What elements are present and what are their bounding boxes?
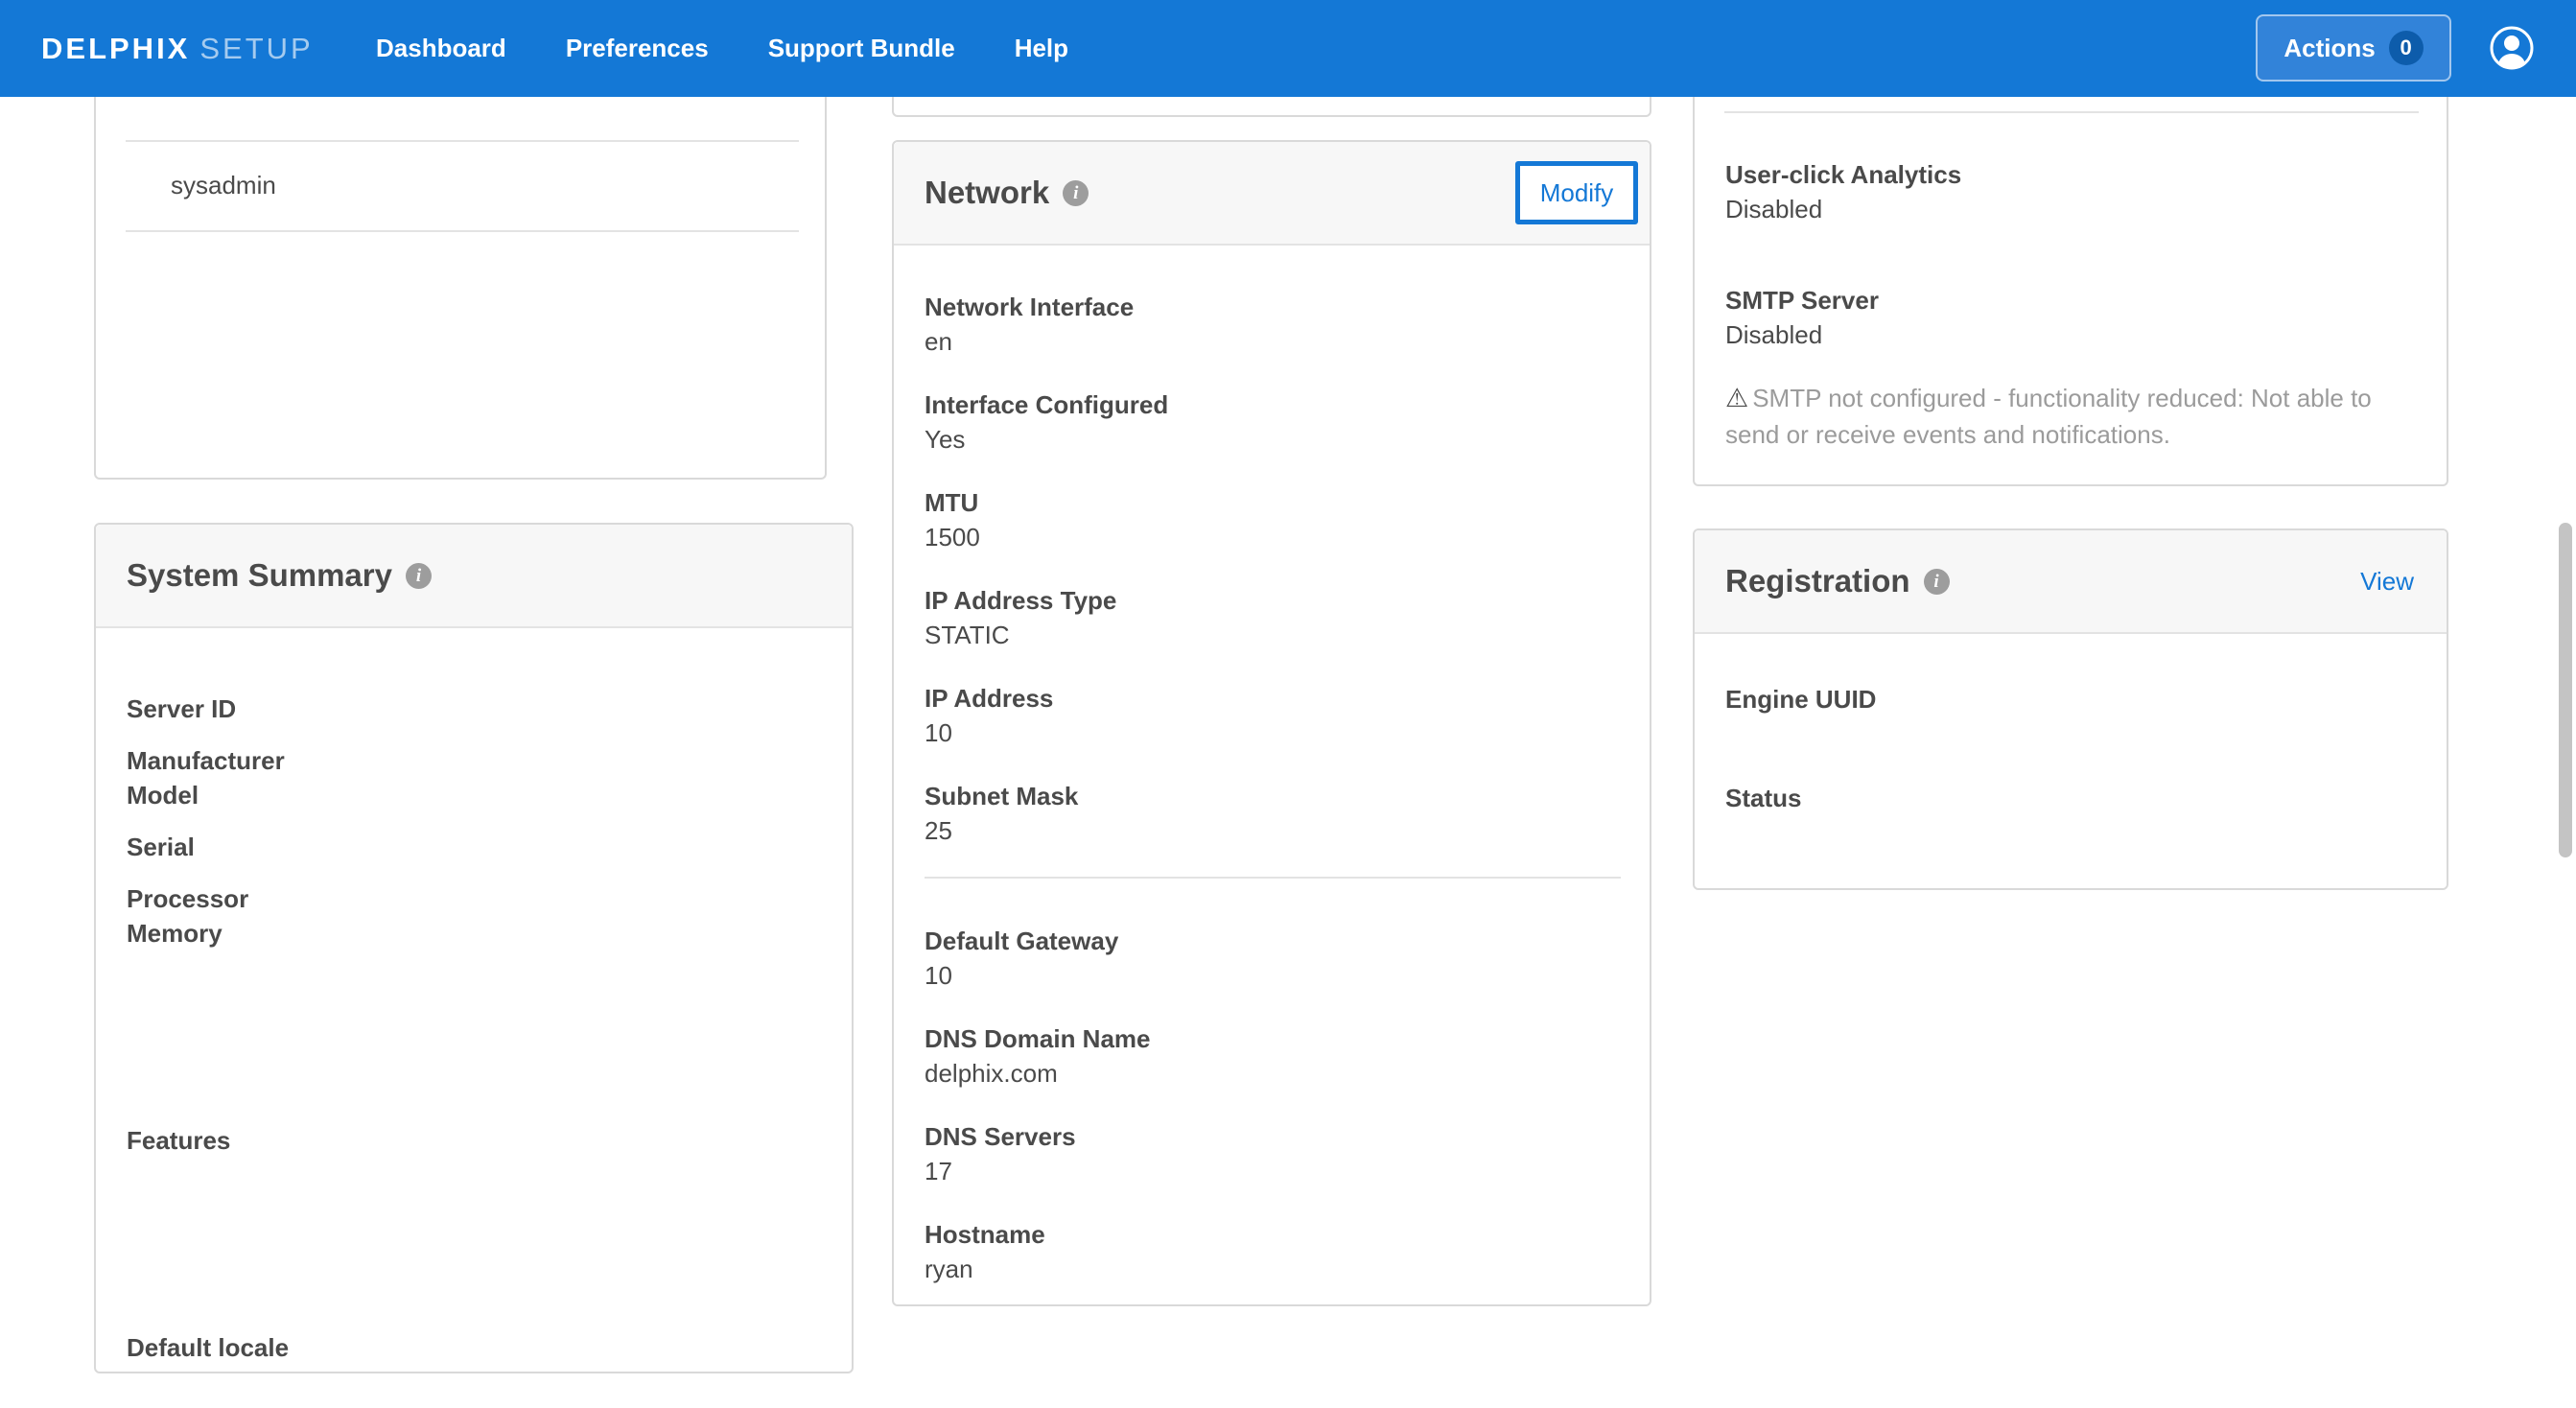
network-field-default-gateway: Default Gateway 10 [925, 924, 1621, 993]
registration-title: Registration [1725, 563, 1910, 599]
field-label: Network Interface [925, 290, 1621, 324]
divider [925, 877, 1621, 879]
field-value: STATIC [925, 618, 1621, 652]
field-value: Disabled [1725, 317, 2416, 352]
field-label: Status [1725, 781, 2416, 815]
system-summary-card: System Summary i Server ID Manufacturer … [94, 523, 854, 1373]
divider [1724, 111, 2419, 113]
actions-count-badge: 0 [2389, 31, 2424, 65]
smtp-warning-message: ⚠SMTP not configured - functionality red… [1725, 380, 2416, 453]
field-label-memory: Memory [127, 916, 821, 950]
field-value: ryan [925, 1252, 1621, 1286]
info-icon[interactable]: i [1924, 569, 1950, 595]
card-partial-bottom-edge [892, 97, 1651, 117]
registration-card: Registration i View Engine UUID Status [1693, 528, 2448, 890]
username-text: sysadmin [171, 171, 276, 199]
network-field-ip-address-type: IP Address Type STATIC [925, 583, 1621, 652]
network-body: Network Interface en Interface Configure… [894, 246, 1650, 1286]
field-value: 10 [925, 716, 1621, 750]
warning-text: SMTP not configured - functionality redu… [1725, 384, 2372, 449]
divider [126, 230, 799, 232]
network-field-mtu: MTU 1500 [925, 485, 1621, 554]
nav-support-bundle[interactable]: Support Bundle [768, 34, 955, 63]
system-summary-title: System Summary [127, 557, 392, 594]
registration-view-link[interactable]: View [2360, 567, 2414, 597]
network-header: Network i Modify [894, 142, 1650, 246]
main-nav: Dashboard Preferences Support Bundle Hel… [376, 0, 1068, 97]
field-label-features: Features [127, 1123, 821, 1158]
field-label: IP Address [925, 681, 1621, 716]
top-navbar: DELPHIX SETUP Dashboard Preferences Supp… [0, 0, 2576, 97]
field-label-processor: Processor [127, 881, 821, 916]
nav-preferences[interactable]: Preferences [566, 34, 709, 63]
network-field-interface: Network Interface en [925, 290, 1621, 359]
field-label: MTU [925, 485, 1621, 520]
field-label-default-locale: Default locale [127, 1330, 821, 1365]
scrollbar-thumb[interactable] [2559, 523, 2572, 857]
app-logo: DELPHIX SETUP [41, 0, 314, 97]
logo-product: SETUP [199, 32, 313, 66]
system-summary-header: System Summary i [96, 525, 852, 628]
network-field-subnet-mask: Subnet Mask 25 [925, 779, 1621, 848]
warning-icon: ⚠ [1725, 384, 1748, 412]
network-field-hostname: Hostname ryan [925, 1217, 1621, 1286]
network-title: Network [925, 175, 1049, 211]
field-value: en [925, 324, 1621, 359]
network-field-dns-domain-name: DNS Domain Name delphix.com [925, 1021, 1621, 1091]
preferences-card-partial: User-click Analytics Disabled SMTP Serve… [1693, 97, 2448, 486]
field-label: SMTP Server [1725, 283, 2416, 317]
field-label: Default Gateway [925, 924, 1621, 958]
field-value: Disabled [1725, 192, 2416, 226]
actions-label: Actions [2283, 34, 2375, 63]
preferences-body: User-click Analytics Disabled SMTP Serve… [1695, 97, 2447, 453]
field-label: Hostname [925, 1217, 1621, 1252]
field-value: 1500 [925, 520, 1621, 554]
field-value: delphix.com [925, 1056, 1621, 1091]
user-avatar-icon[interactable] [2489, 25, 2535, 71]
field-status: Status [1725, 781, 2416, 815]
field-label: Interface Configured [925, 387, 1621, 422]
registration-body: Engine UUID Status [1695, 634, 2447, 815]
nav-dashboard[interactable]: Dashboard [376, 34, 506, 63]
info-icon[interactable]: i [406, 563, 432, 589]
field-value: 17 [925, 1154, 1621, 1188]
network-card: Network i Modify Network Interface en In… [892, 140, 1651, 1306]
field-label-serial: Serial [127, 830, 821, 864]
actions-button[interactable]: Actions 0 [2256, 14, 2451, 82]
system-summary-body: Server ID Manufacturer Model Serial Proc… [96, 628, 852, 1365]
field-value: 10 [925, 958, 1621, 993]
field-label: User-click Analytics [1725, 157, 2416, 192]
network-modify-button[interactable]: Modify [1515, 161, 1638, 224]
divider [126, 140, 799, 142]
network-field-dns-servers: DNS Servers 17 [925, 1119, 1621, 1188]
field-value: 25 [925, 813, 1621, 848]
users-card-partial: sysadmin [94, 97, 827, 480]
field-value: Yes [925, 422, 1621, 457]
nav-help[interactable]: Help [1015, 34, 1068, 63]
field-label: DNS Domain Name [925, 1021, 1621, 1056]
network-field-ip-address: IP Address 10 [925, 681, 1621, 750]
field-label: IP Address Type [925, 583, 1621, 618]
field-label-manufacturer: Manufacturer [127, 743, 821, 778]
user-list-item-sysadmin[interactable]: sysadmin [171, 168, 276, 202]
field-label: Engine UUID [1725, 682, 2416, 716]
info-icon[interactable]: i [1063, 180, 1089, 206]
field-label: Subnet Mask [925, 779, 1621, 813]
registration-header: Registration i View [1695, 530, 2447, 634]
network-field-interface-configured: Interface Configured Yes [925, 387, 1621, 457]
field-user-click-analytics: User-click Analytics Disabled [1725, 157, 2416, 226]
logo-brand: DELPHIX [41, 32, 190, 66]
field-label-model: Model [127, 778, 821, 812]
field-smtp-server: SMTP Server Disabled [1725, 283, 2416, 352]
field-label-server-id: Server ID [127, 692, 821, 726]
field-label: DNS Servers [925, 1119, 1621, 1154]
field-engine-uuid: Engine UUID [1725, 682, 2416, 716]
